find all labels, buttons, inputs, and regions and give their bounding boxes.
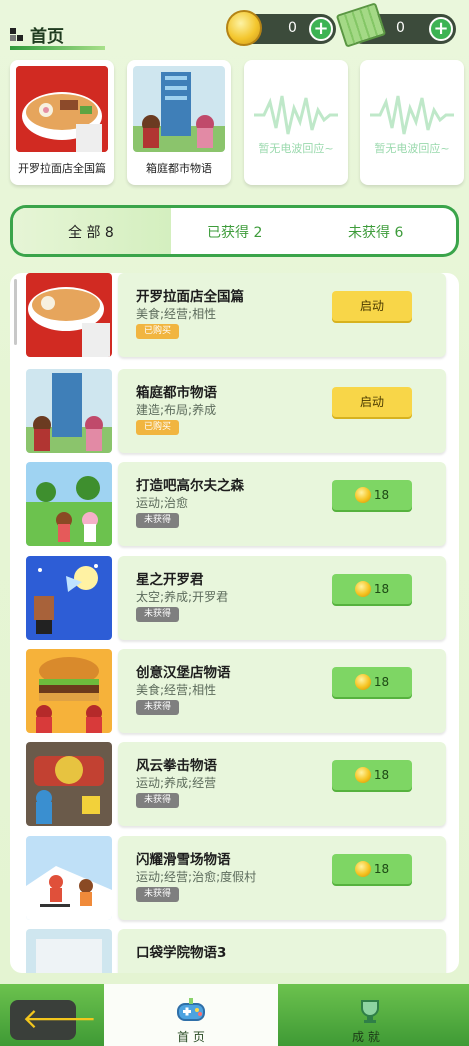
cash-counter: 0 + [335,2,456,48]
coin-counter: 0 + [226,10,336,46]
signal-wave-icon [254,95,338,135]
list-item: 创意汉堡店物语 美食;经营;相性 未获得 18 [26,649,446,733]
filter-tabs: 全 部 8 已获得 2 未获得 6 [10,205,459,257]
city-thumbnail [133,66,225,152]
cash-icon [335,2,387,48]
coin-icon [354,860,371,877]
recent-card-empty: 暂无电波回应~ [244,60,348,185]
space-thumbnail [26,556,112,640]
trophy-icon [361,1000,379,1023]
list-item: 箱庭都市物语 建造;布局;养成 已购买 启动 [26,369,446,453]
status-badge: 未获得 [136,887,180,902]
game-name: 星之开罗君 [136,572,204,588]
recent-card-ramen[interactable]: 开罗拉面店全国篇 [10,60,114,185]
city-thumbnail [26,369,112,453]
nav-achievements-label: 成 就 [352,1030,380,1044]
no-signal-label: 暂无电波回应~ [374,142,450,155]
buy-button[interactable]: 18 [332,574,412,604]
game-tags: 美食;经营;相性 [136,307,217,321]
title-underline [10,46,105,50]
add-coins-button[interactable]: + [309,17,333,41]
price: 18 [373,862,390,876]
game-tags: 建造;布局;养成 [136,403,217,417]
signal-wave-icon [370,95,454,135]
list-item: 开罗拉面店全国篇 美食;经营;相性 已购买 启动 [26,273,446,357]
status-badge: 未获得 [136,513,180,528]
tab-not-owned[interactable]: 未获得 6 [348,222,403,242]
recent-card-city[interactable]: 箱庭都市物语 [127,60,231,185]
list-item: 闪耀滑雪场物语 运动;经营;治愈;度假村 未获得 18 [26,836,446,920]
price: 18 [373,768,390,782]
coin-icon [354,766,371,783]
add-cash-button[interactable]: + [429,17,453,41]
ramen-thumbnail [16,66,108,152]
list-item: 风云拳击物语 运动;养成;经营 未获得 18 [26,742,446,826]
price: 18 [373,675,390,689]
buy-button[interactable]: 18 [332,854,412,884]
tab-all[interactable]: 全 部 8 [68,222,114,242]
buy-button[interactable]: 18 [332,667,412,697]
ramen-thumbnail [26,273,112,357]
boxing-thumbnail [26,742,112,826]
game-tags: 运动;治愈 [136,496,189,510]
page-title: 首页 [30,27,64,47]
burger-thumbnail [26,649,112,733]
home-menu-icon [10,27,24,42]
nav-home-label: 首 页 [177,1030,205,1044]
game-tags: 太空;养成;开罗君 [136,590,229,604]
game-name: 风云拳击物语 [136,758,217,774]
recent-games: 开罗拉面店全国篇 箱庭都市物语 暂无电波回应~ 暂无电波回应~ [10,60,469,185]
game-name: 打造吧高尔夫之森 [136,478,244,494]
cash-value: 0 [396,20,405,36]
school-thumbnail [26,929,112,973]
top-bar: 首页 0 + 0 + [0,0,469,55]
coin-icon [226,10,262,46]
game-name: 闪耀滑雪场物语 [136,852,231,868]
coin-icon [354,580,371,597]
gamepad-icon [177,998,205,1021]
status-badge: 未获得 [136,793,180,808]
game-name: 开罗拉面店全国篇 [136,289,244,305]
buy-button[interactable]: 18 [332,760,412,790]
list-item: 口袋学院物语3 [26,929,446,973]
no-signal-label: 暂无电波回应~ [258,142,334,155]
recent-card-label: 开罗拉面店全国篇 [18,162,106,175]
coin-icon [354,486,371,503]
start-button[interactable]: 启动 [332,291,412,321]
game-name: 箱庭都市物语 [136,385,217,401]
list-item: 打造吧高尔夫之森 运动;治愈 未获得 18 [26,462,446,546]
start-button[interactable]: 启动 [332,387,412,417]
game-list[interactable]: 开罗拉面店全国篇 美食;经营;相性 已购买 启动 箱庭都市物语 建造;布局;养成… [10,273,459,973]
game-name: 口袋学院物语3 [136,945,227,961]
price: 18 [373,488,390,502]
golf-thumbnail [26,462,112,546]
status-badge: 未获得 [136,700,180,715]
page-title-group: 首页 [10,22,105,50]
recent-card-label: 箱庭都市物语 [146,162,212,175]
list-item: 星之开罗君 太空;养成;开罗君 未获得 18 [26,556,446,640]
back-arrow-icon: 🡐 [22,1002,98,1035]
recent-card-empty: 暂无电波回应~ [360,60,464,185]
game-tags: 运动;养成;经营 [136,776,217,790]
buy-button[interactable]: 18 [332,480,412,510]
game-tags: 美食;经营;相性 [136,683,217,697]
scrollbar[interactable] [14,279,17,345]
status-badge: 已购买 [136,420,180,435]
tab-owned[interactable]: 已获得 2 [207,222,262,242]
ski-thumbnail [26,836,112,920]
coin-value: 0 [288,20,297,36]
game-tags: 运动;经营;治愈;度假村 [136,870,257,884]
status-badge: 已购买 [136,324,180,339]
back-button[interactable]: 🡐 [10,1000,97,1040]
status-badge: 未获得 [136,607,180,622]
coin-icon [354,673,371,690]
game-name: 创意汉堡店物语 [136,665,231,681]
nav-home[interactable]: 首 页 [104,984,278,1046]
price: 18 [373,582,390,596]
